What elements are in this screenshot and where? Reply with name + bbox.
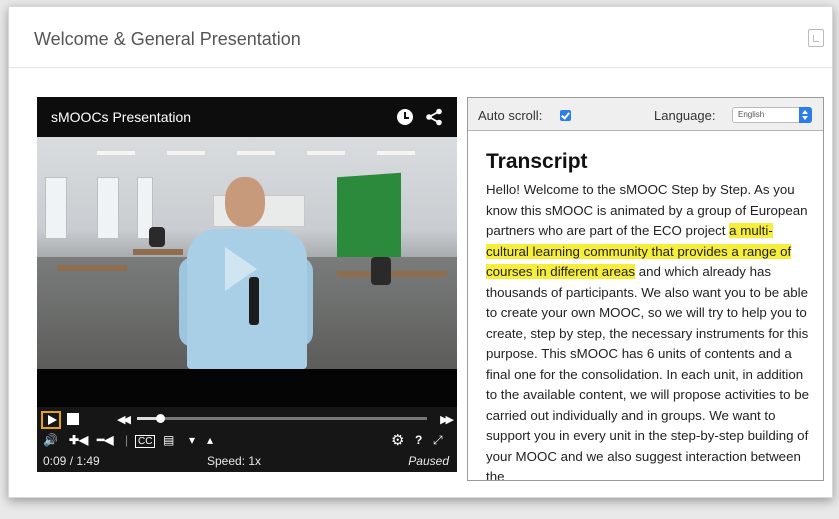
rewind-icon[interactable]: ◀◀ — [117, 413, 131, 426]
transcript-heading: Transcript — [486, 150, 588, 173]
bookmark-icon[interactable] — [808, 29, 824, 47]
select-arrows-icon[interactable] — [799, 107, 812, 123]
window — [97, 177, 119, 239]
autoscroll-checkbox[interactable] — [560, 110, 571, 121]
window — [45, 177, 67, 239]
transcript-body[interactable]: Transcript Hello! Welcome to the sMOOC S… — [486, 150, 814, 480]
language-select[interactable]: English — [732, 107, 812, 123]
page-title: Welcome & General Presentation — [34, 29, 301, 49]
progress-slider[interactable] — [137, 414, 427, 423]
ceiling-light — [237, 151, 275, 155]
play-icon[interactable] — [41, 411, 61, 429]
card-header: Welcome & General Presentation — [9, 7, 832, 68]
faster-icon[interactable]: ━◀ — [97, 433, 113, 447]
playback-status: Paused — [408, 454, 449, 468]
video-title: sMOOCs Presentation — [51, 109, 192, 125]
desk — [337, 271, 447, 277]
language-label: Language: — [654, 108, 716, 123]
fast-forward-icon[interactable]: ▶▶ — [440, 413, 454, 426]
ceiling-light — [307, 151, 345, 155]
transcript-text-after: and which already has thousands of parti… — [486, 264, 810, 480]
help-icon[interactable]: ? — [415, 433, 422, 447]
ceiling-light — [167, 151, 205, 155]
time-display: 0:09 / 1:49 — [43, 454, 100, 468]
controls-row: 🔊 ✚◀ ━◀ | CC ▤ ▾ ▴ ⚙ ? ⤢ — [43, 431, 451, 449]
caret-down-icon[interactable]: ▾ — [189, 433, 195, 447]
status-bar: 0:09 / 1:49 Speed: 1x Paused — [37, 453, 457, 471]
progress-handle[interactable] — [156, 414, 166, 423]
settings-icon[interactable]: ⚙ — [391, 431, 404, 449]
caret-up-icon[interactable]: ▴ — [207, 433, 213, 447]
desk — [133, 249, 183, 255]
clock-icon[interactable] — [397, 109, 413, 125]
fullscreen-icon[interactable]: ⤢ — [433, 433, 443, 448]
transcript-toolbar: Auto scroll: Language: English — [468, 98, 823, 131]
stop-icon[interactable] — [67, 413, 79, 425]
transcript-text: Hello! Welcome to the sMOOC Step by Step… — [486, 180, 814, 480]
subtitles-icon[interactable]: CC — [135, 435, 156, 448]
player-titlebar: sMOOCs Presentation — [37, 97, 457, 137]
person-head — [225, 177, 265, 227]
video-frame[interactable] — [37, 137, 457, 369]
play-overlay-icon[interactable] — [225, 247, 257, 291]
video-letterbox — [37, 369, 457, 407]
ceiling-light — [97, 151, 135, 155]
chair — [149, 227, 165, 247]
ceiling-light — [377, 151, 415, 155]
autoscroll-label: Auto scroll: — [478, 108, 543, 123]
transcript-panel: Auto scroll: Language: English Transcrip… — [467, 97, 824, 481]
slower-icon[interactable]: ✚◀ — [69, 433, 88, 447]
desk — [57, 265, 127, 271]
video-player: sMOOCs Presentation ◀◀ ▶▶ 🔊 ✚◀ ━◀ | CC ▤… — [37, 97, 457, 472]
player-controls: ◀◀ ▶▶ 🔊 ✚◀ ━◀ | CC ▤ ▾ ▴ ⚙ ? ⤢ 0:09 / 1:… — [37, 407, 457, 472]
speed-display[interactable]: Speed: 1x — [207, 454, 261, 468]
share-icon[interactable] — [425, 108, 443, 126]
volume-icon[interactable]: 🔊 — [43, 433, 58, 447]
chair — [371, 257, 391, 285]
divider: | — [125, 433, 129, 447]
language-value: English — [738, 110, 765, 119]
transcript-icon[interactable]: ▤ — [163, 433, 174, 447]
presentation-card: Welcome & General Presentation sMOOCs Pr… — [8, 6, 833, 498]
